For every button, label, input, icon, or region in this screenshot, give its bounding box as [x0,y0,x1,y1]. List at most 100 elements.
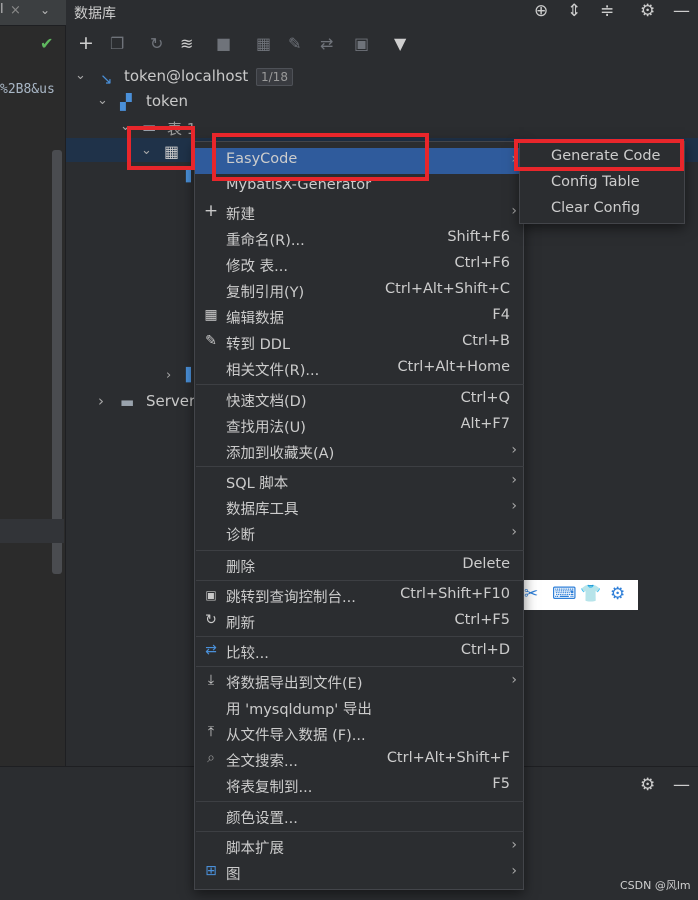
stop-icon[interactable]: ■ [216,34,231,53]
menu-item-label: 复制引用(Y) [226,285,305,301]
minimize-icon[interactable]: — [673,1,690,21]
menu-item-modify-table[interactable]: 修改 表... Ctrl+F6 [195,252,523,278]
menu-separator [196,550,524,551]
menu-item-color-settings[interactable]: 颜色设置... [195,804,523,830]
menu-item-delete[interactable]: 删除 Delete [195,553,523,579]
compare-icon[interactable]: ⇄ [320,34,333,53]
target-icon[interactable]: ⊕ [534,1,548,21]
menu-item-shortcut: F4 [492,307,510,323]
menu-item-label: 比较... [226,646,269,662]
collapse-all-icon[interactable]: ≑ [600,1,614,21]
menu-item-quick-doc[interactable]: 快速文档(D) Ctrl+Q [195,387,523,413]
chevron-down-icon[interactable]: ⌄ [75,68,86,83]
edit-icon[interactable]: ✎ [288,34,301,53]
tree-server-objects-label[interactable]: Server [146,392,195,410]
menu-separator [196,666,524,667]
menu-item-label: 重命名(R)... [226,233,305,249]
menu-item-database-tools[interactable]: 数据库工具 › [195,495,523,521]
menu-item-shortcut: Ctrl+Alt+Shift+C [385,281,510,297]
submenu-item-config-table[interactable]: Config Table [520,171,684,197]
menu-item-find-usages[interactable]: 查找用法(U) Alt+F7 [195,413,523,439]
expand-all-icon[interactable]: ⇕ [567,1,581,21]
menu-item-rename[interactable]: 重命名(R)... Shift+F6 [195,226,523,252]
gear-icon[interactable]: ⚙ [640,775,655,795]
menu-item-related-files[interactable]: 相关文件(R)... Ctrl+Alt+Home [195,356,523,382]
chevron-right-icon[interactable]: › [98,392,104,410]
submenu-item-clear-config[interactable]: Clear Config [520,197,684,223]
highlight-box-table [127,126,195,170]
console-icon[interactable]: ▣ [354,34,369,53]
context-menu: EasyCode › MybatisX-Generator + 新建 › 重命名… [194,141,524,890]
menu-item-add-to-favorites[interactable]: 添加到收藏夹(A) › [195,439,523,465]
menu-separator [196,831,524,832]
check-icon: ✔ [40,34,54,53]
gear-icon[interactable]: ⚙ [640,1,655,21]
chevron-right-icon: › [511,472,517,488]
keyboard-icon[interactable]: ⌨ [552,584,577,604]
editor-scrollbar[interactable] [52,150,62,574]
chevron-right-icon[interactable]: › [166,368,171,383]
gear-icon[interactable]: ⚙ [610,584,625,604]
menu-item-copy-table-to[interactable]: 将表复制到... F5 [195,773,523,799]
chevron-down-icon[interactable]: ⌄ [97,93,108,108]
chevron-right-icon: › [511,863,517,879]
menu-item-label: SQL 脚本 [226,476,289,492]
export-icon: ⤓ [207,672,215,688]
menu-item-sql-scripts[interactable]: SQL 脚本 › [195,469,523,495]
menu-item-diagram[interactable]: ⊞ 图 › [195,860,523,886]
menu-item-label: 刷新 [226,616,255,632]
minimize-icon[interactable]: — [673,775,690,795]
menu-item-label: 脚本扩展 [226,841,284,857]
mysql-connection-icon: ↘ [100,70,113,88]
menu-item-label: 用 'mysqldump' 导出 [226,702,372,718]
menu-item-copy-reference[interactable]: 复制引用(Y) Ctrl+Alt+Shift+C [195,278,523,304]
menu-item-label: 查找用法(U) [226,420,306,436]
search-icon: ⌕ [207,750,215,766]
menu-item-label: 添加到收藏夹(A) [226,446,335,462]
folder-icon: ▬ [120,393,135,411]
menu-item-label: 删除 [226,560,255,576]
menu-item-new[interactable]: + 新建 › [195,200,523,226]
toolbar-strip: ✂ ⌨ 👕 ⚙ [520,580,638,610]
menu-item-label: 图 [226,867,241,883]
menu-item-import-from-file[interactable]: ⤒ 从文件导入数据 (F)... [195,721,523,747]
refresh-icon[interactable]: ↻ [150,34,163,53]
menu-item-shortcut: Ctrl+F6 [454,255,510,271]
menu-item-full-text-search[interactable]: ⌕ 全文搜索... Ctrl+Alt+Shift+F [195,747,523,773]
chevron-down-icon[interactable]: ⌄ [40,3,50,17]
editor-tab[interactable]: l × ⌄ [0,0,66,26]
shirt-icon[interactable]: 👕 [580,584,601,604]
menu-item-mysqldump-export[interactable]: 用 'mysqldump' 导出 [195,695,523,721]
tree-connection-label[interactable]: token@localhost [124,67,248,85]
filter-icon[interactable]: ▼ [394,34,406,53]
schema-icon[interactable]: ≋ [180,34,193,53]
table-grid-icon: ▦ [204,307,218,323]
scissors-icon[interactable]: ✂ [524,584,538,604]
chevron-right-icon: › [511,524,517,540]
menu-item-label: 编辑数据 [226,311,284,327]
submenu-item-label: Clear Config [551,200,641,216]
menu-item-diagnostics[interactable]: 诊断 › [195,521,523,547]
table-icon[interactable]: ▦ [256,34,271,53]
menu-item-shortcut: Ctrl+Q [460,390,510,406]
plus-icon: + [203,201,219,221]
menu-item-label: 转到 DDL [226,337,291,353]
menu-item-goto-ddl[interactable]: ✎ 转到 DDL Ctrl+B [195,330,523,356]
console-icon: ▣ [205,588,217,602]
submenu-item-label: Config Table [551,174,640,190]
menu-item-refresh[interactable]: ↻ 刷新 Ctrl+F5 [195,609,523,635]
close-icon[interactable]: × [10,3,21,18]
chevron-right-icon: › [511,672,517,688]
add-icon[interactable]: + [78,32,94,54]
menu-item-label: 修改 表... [226,259,288,275]
menu-item-compare[interactable]: ⇄ 比较... Ctrl+D [195,639,523,665]
copy-icon[interactable]: ❐ [110,34,124,53]
chevron-right-icon: › [511,498,517,514]
menu-item-script-extensions[interactable]: 脚本扩展 › [195,834,523,860]
menu-item-edit-data[interactable]: ▦ 编辑数据 F4 [195,304,523,330]
menu-item-export-to-file[interactable]: ⤓ 将数据导出到文件(E) › [195,669,523,695]
tree-schema-label[interactable]: token [146,92,188,110]
refresh-icon: ↻ [205,612,217,628]
menu-item-jump-to-console[interactable]: ▣ 跳转到查询控制台... Ctrl+Shift+F10 [195,583,523,609]
menu-separator [196,580,524,581]
